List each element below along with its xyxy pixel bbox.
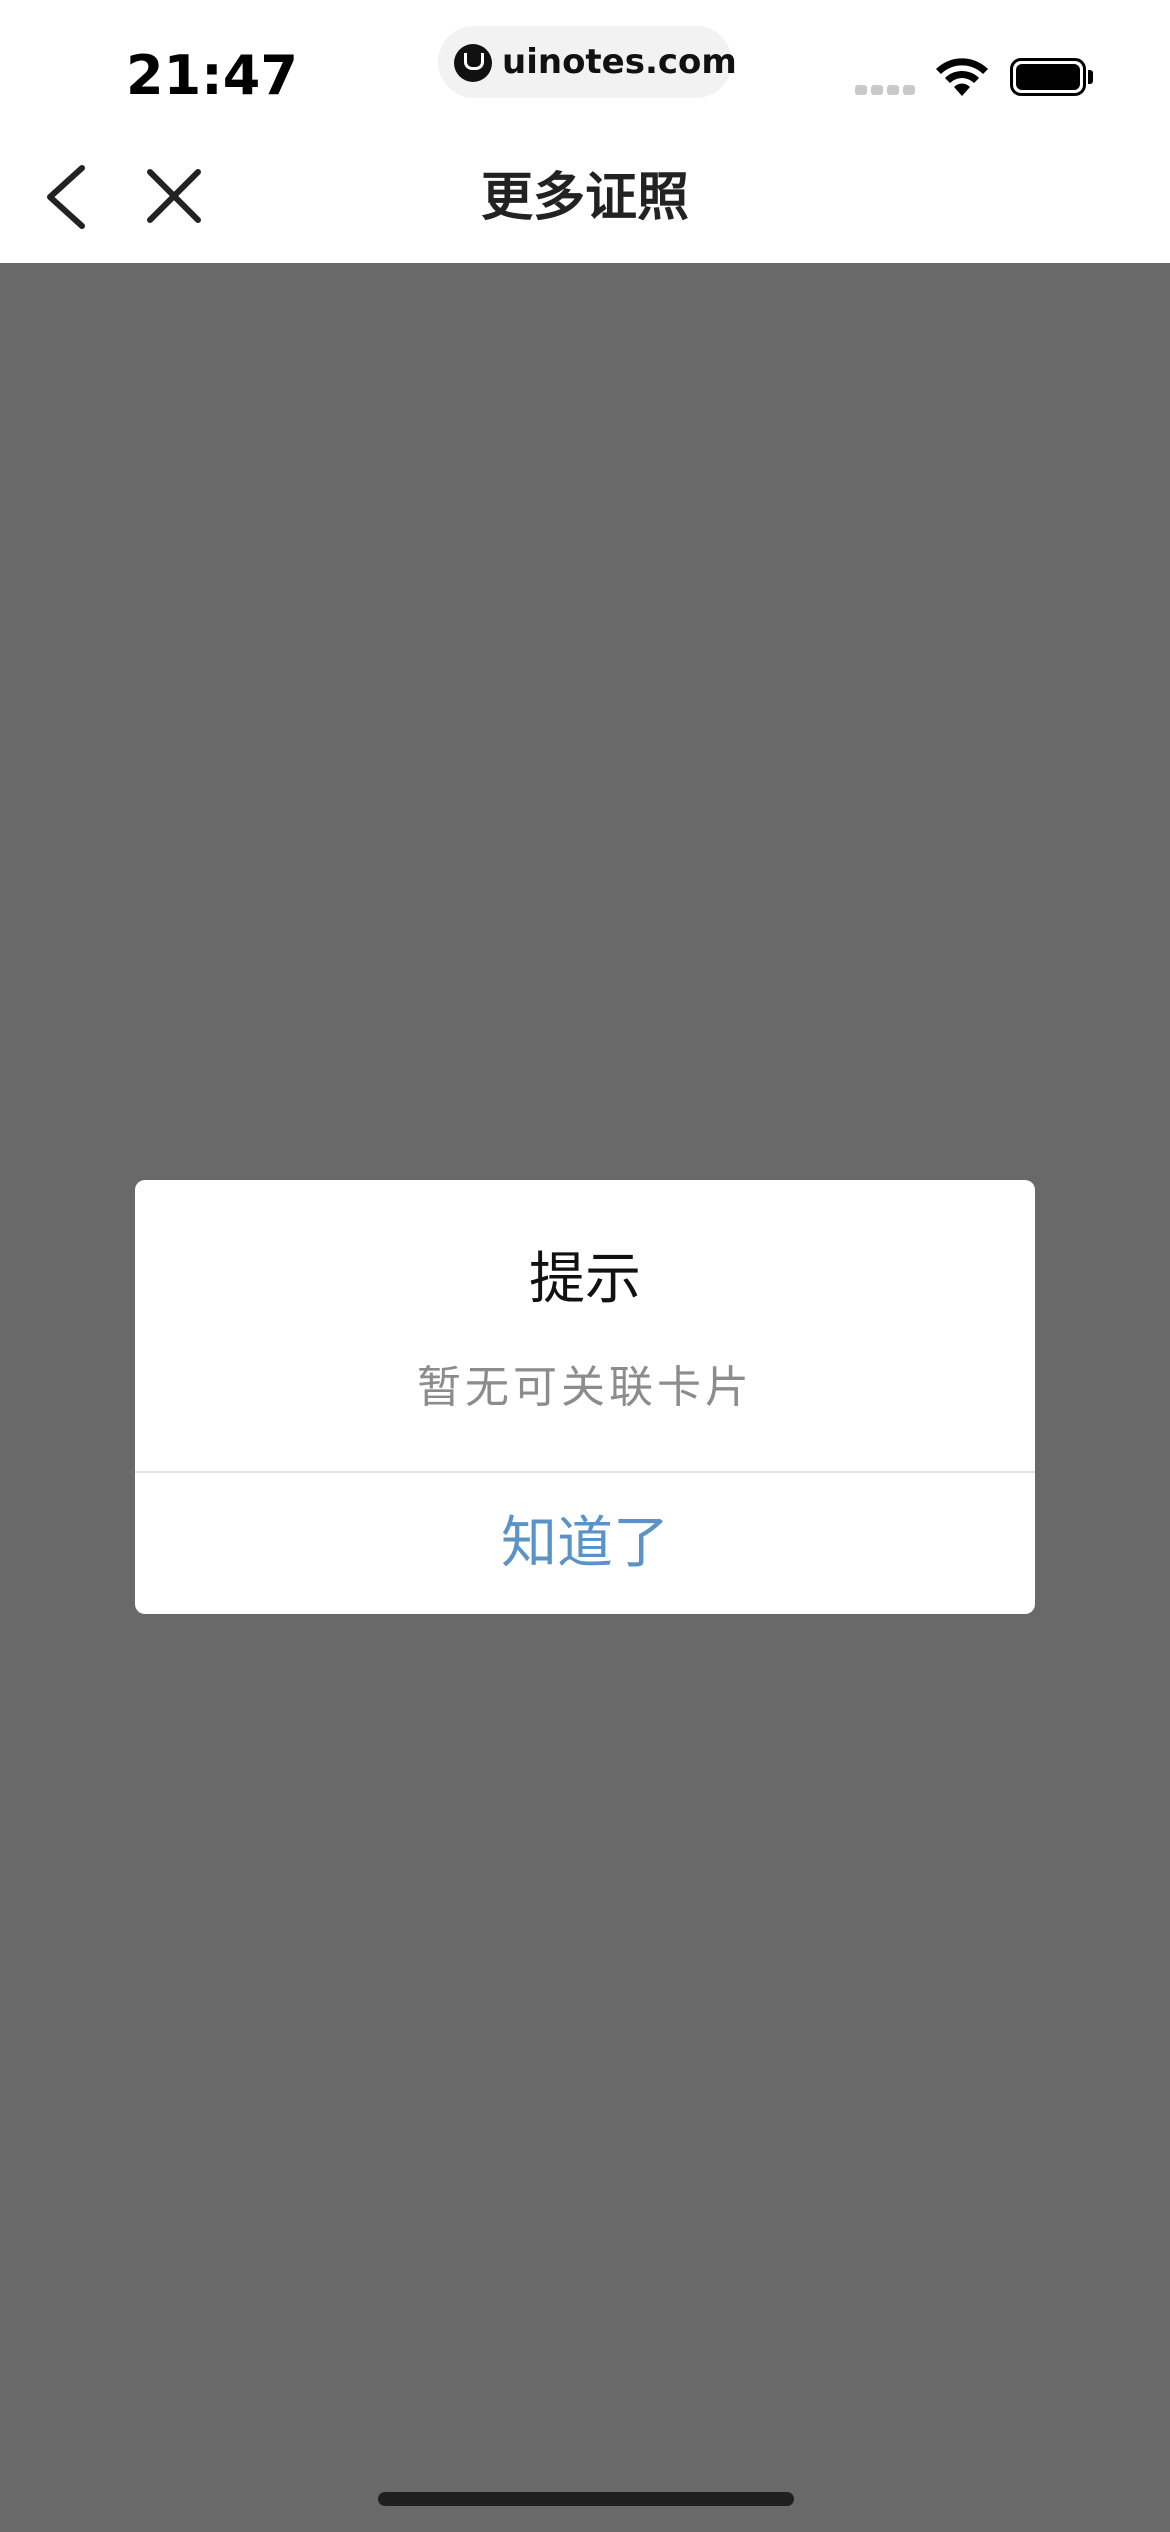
nav-bar: 更多证照: [0, 132, 1170, 263]
status-time: 21:47: [126, 44, 298, 107]
alert-dialog: 提示 暂无可关联卡片 知道了: [135, 1180, 1035, 1614]
page-title: 更多证照: [480, 168, 689, 228]
status-bar: 21:47 uinotes.com: [0, 0, 1170, 132]
dialog-title: 提示: [529, 1247, 641, 1312]
home-indicator[interactable]: [378, 2492, 794, 2506]
signal-icon: [855, 85, 915, 95]
battery-cap: [1088, 70, 1093, 84]
watermark-text: uinotes.com: [502, 42, 737, 82]
battery-icon: [1010, 58, 1086, 96]
confirm-button[interactable]: 知道了: [135, 1473, 1035, 1614]
watermark-logo-icon: [454, 44, 492, 82]
dialog-message: 暂无可关联卡片: [417, 1362, 753, 1413]
watermark-pill: uinotes.com: [438, 26, 737, 98]
wifi-icon: [936, 58, 988, 96]
